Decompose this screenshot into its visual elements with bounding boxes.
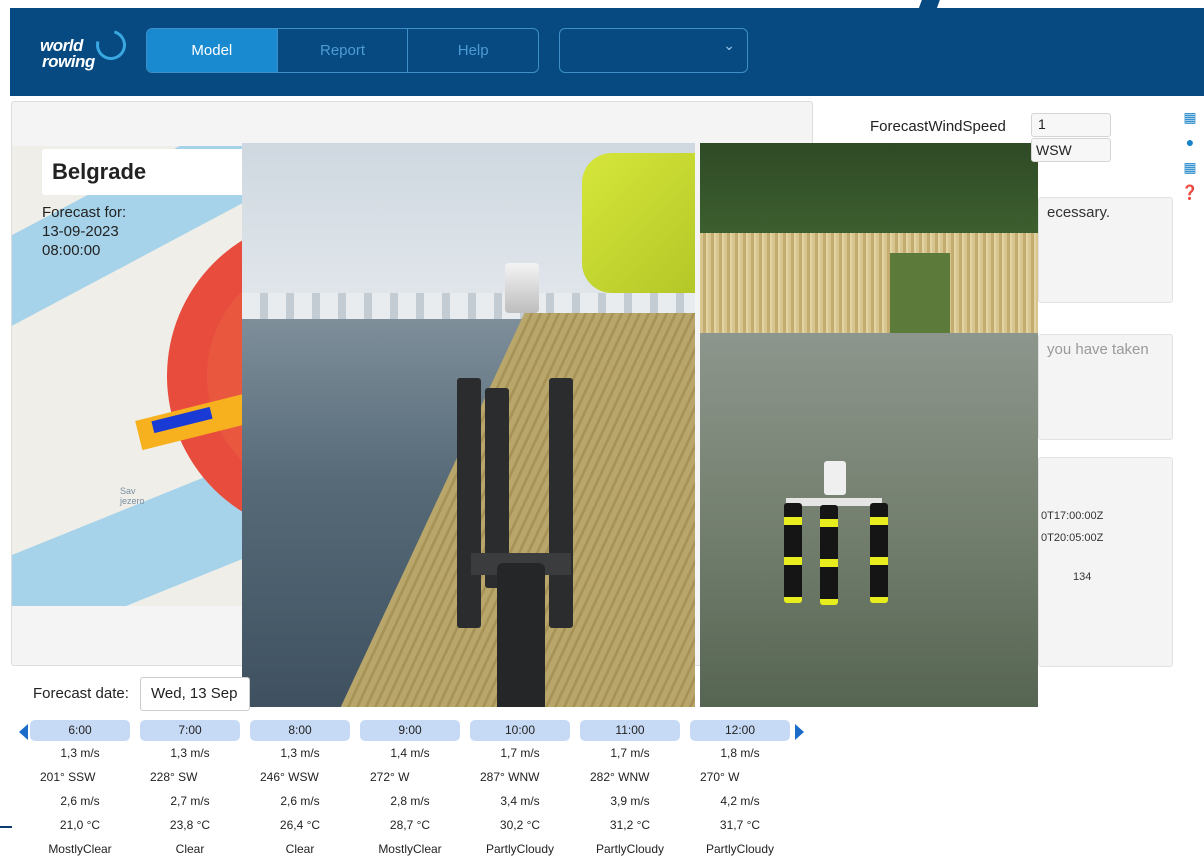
tab-report[interactable]: Report <box>278 29 409 72</box>
hour-column: 7:00 1,3 m/s 228° SW 2,7 m/s 23,8 °C Cle… <box>140 720 240 861</box>
wind-sensor-mount <box>457 263 577 707</box>
anemometer-head <box>505 263 539 313</box>
hour-wind-direction: 272° W <box>370 770 410 784</box>
note-textarea[interactable]: ecessary. <box>1038 197 1173 303</box>
logo-ring-icon <box>90 24 132 66</box>
hour-gust-speed: 3,9 m/s <box>610 794 650 808</box>
hour-condition: PartlyCloudy <box>485 842 555 856</box>
globe-icon[interactable]: ● <box>1181 133 1199 151</box>
next-hours-arrow-icon[interactable] <box>795 724 804 740</box>
person-arm <box>582 153 695 293</box>
grid-icon[interactable]: ▦ <box>1181 158 1199 176</box>
hour-temperature: 26,4 °C <box>279 818 321 832</box>
hour-column: 11:00 1,7 m/s 282° WNW 3,9 m/s 31,2 °C P… <box>580 720 680 861</box>
tab-model[interactable]: Model <box>147 29 278 72</box>
hour-wind-speed: 1,3 m/s <box>280 746 320 760</box>
forecast-for-label: Forecast for: <box>42 204 127 221</box>
lake-label-line2: jezero <box>120 496 145 506</box>
hour-time-chip[interactable]: 11:00 <box>580 720 680 741</box>
hour-gust-speed: 2,6 m/s <box>280 794 320 808</box>
hour-gust-speed: 4,2 m/s <box>720 794 760 808</box>
mount-pole <box>457 378 481 628</box>
hour-wind-direction: 270° W <box>700 770 740 784</box>
hour-wind-direction: 228° SW <box>150 770 198 784</box>
venue-title-card: Belgrade <box>42 149 257 195</box>
side-toolbar: ▦ ● ▦ ❓ <box>1181 108 1199 208</box>
float-post <box>784 503 802 603</box>
header: world rowing Model Report Help ⌄ <box>10 8 1204 96</box>
hour-wind-direction: 282° WNW <box>590 770 650 784</box>
mount-tube <box>497 563 545 707</box>
forecast-for-time: 08:00:00 <box>42 242 101 259</box>
hour-gust-speed: 2,7 m/s <box>170 794 210 808</box>
previous-hours-arrow-icon[interactable] <box>19 724 28 740</box>
forecast-for-block: Forecast for: 13-09-2023 08:00:00 <box>42 203 126 260</box>
hour-wind-speed: 1,3 m/s <box>60 746 100 760</box>
hour-temperature: 31,7 °C <box>719 818 761 832</box>
hour-time-chip[interactable]: 6:00 <box>30 720 130 741</box>
hour-gust-speed: 2,8 m/s <box>390 794 430 808</box>
forecast-for-date: 13-09-2023 <box>42 223 119 240</box>
hour-temperature: 21,0 °C <box>59 818 101 832</box>
info-panel: 0T17:00:00Z 0T20:05:00Z 134 <box>1038 457 1173 667</box>
action-textarea[interactable]: you have taken <box>1038 334 1173 440</box>
hour-temperature: 23,8 °C <box>169 818 211 832</box>
hour-condition: Clear <box>175 842 205 856</box>
hour-column: 12:00 1,8 m/s 270° W 4,2 m/s 31,7 °C Par… <box>690 720 790 861</box>
hour-condition: Clear <box>285 842 315 856</box>
hour-time-chip[interactable]: 10:00 <box>470 720 570 741</box>
hour-column: 8:00 1,3 m/s 246° WSW 2,6 m/s 26,4 °C Cl… <box>250 720 350 861</box>
hour-wind-direction: 246° WSW <box>260 770 319 784</box>
hour-gust-speed: 2,6 m/s <box>60 794 100 808</box>
mount-pole <box>549 378 573 628</box>
forecast-wind-speed-label: ForecastWindSpeed <box>870 118 1006 135</box>
hour-column: 9:00 1,4 m/s 272° W 2,8 m/s 28,7 °C Most… <box>360 720 460 861</box>
hourly-forecast-table: 6:00 1,3 m/s 201° SSW 2,6 m/s 21,0 °C Mo… <box>30 720 800 864</box>
wind-direction-input[interactable]: WSW <box>1031 138 1111 162</box>
venue-name: Belgrade <box>52 159 147 184</box>
world-rowing-logo[interactable]: world rowing <box>40 24 135 78</box>
logo-text-rowing: rowing <box>42 52 95 71</box>
photo-sensor-on-dock <box>242 143 695 707</box>
info-line-start: 0T17:00:00Z <box>1041 510 1104 522</box>
hour-wind-speed: 1,7 m/s <box>500 746 540 760</box>
hour-temperature: 31,2 °C <box>609 818 651 832</box>
info-line-count: 134 <box>1073 571 1092 583</box>
forecast-wind-speed-input[interactable]: 1 <box>1031 113 1111 137</box>
hour-time-chip[interactable]: 8:00 <box>250 720 350 741</box>
forecast-settings-panel: ForecastWindSpeed 1 WSW ecessary. you ha… <box>813 101 1183 671</box>
id-card-icon[interactable]: ▦ <box>1181 108 1199 126</box>
hour-wind-speed: 1,3 m/s <box>170 746 210 760</box>
forecast-date-select[interactable]: Wed, 13 Sep <box>140 677 250 711</box>
hour-wind-direction: 287° WNW <box>480 770 540 784</box>
hour-condition: PartlyCloudy <box>705 842 775 856</box>
hour-time-chip[interactable]: 7:00 <box>140 720 240 741</box>
help-icon[interactable]: ❓ <box>1181 183 1199 201</box>
map-lake-label: Sav jezero <box>120 486 145 506</box>
hour-temperature: 30,2 °C <box>499 818 541 832</box>
hour-wind-speed: 1,7 m/s <box>610 746 650 760</box>
hour-temperature: 28,7 °C <box>389 818 431 832</box>
top-bar: world rowing Model Report Help ⌄ <box>0 0 1204 96</box>
hour-column: 6:00 1,3 m/s 201° SSW 2,6 m/s 21,0 °C Mo… <box>30 720 130 861</box>
chevron-down-icon: ⌄ <box>723 37 735 53</box>
header-decoration <box>918 0 940 10</box>
hour-gust-speed: 3,4 m/s <box>500 794 540 808</box>
hour-wind-speed: 1,4 m/s <box>390 746 430 760</box>
hour-time-chip[interactable]: 9:00 <box>360 720 460 741</box>
venue-dropdown[interactable]: ⌄ <box>559 28 748 73</box>
edge-mark <box>0 826 12 828</box>
lake-label-line1: Sav <box>120 486 136 496</box>
hour-wind-direction: 201° SSW <box>40 770 96 784</box>
hour-time-chip[interactable]: 12:00 <box>690 720 790 741</box>
hour-column: 10:00 1,7 m/s 287° WNW 3,4 m/s 30,2 °C P… <box>470 720 570 861</box>
forecast-date-label: Forecast date: <box>33 685 129 702</box>
tab-help[interactable]: Help <box>408 29 538 72</box>
hour-condition: MostlyClear <box>378 842 442 856</box>
hour-condition: MostlyClear <box>48 842 112 856</box>
hour-wind-speed: 1,8 m/s <box>720 746 760 760</box>
main-nav-tabs: Model Report Help <box>146 28 539 73</box>
info-line-end: 0T20:05:00Z <box>1041 532 1104 544</box>
hour-condition: PartlyCloudy <box>595 842 665 856</box>
